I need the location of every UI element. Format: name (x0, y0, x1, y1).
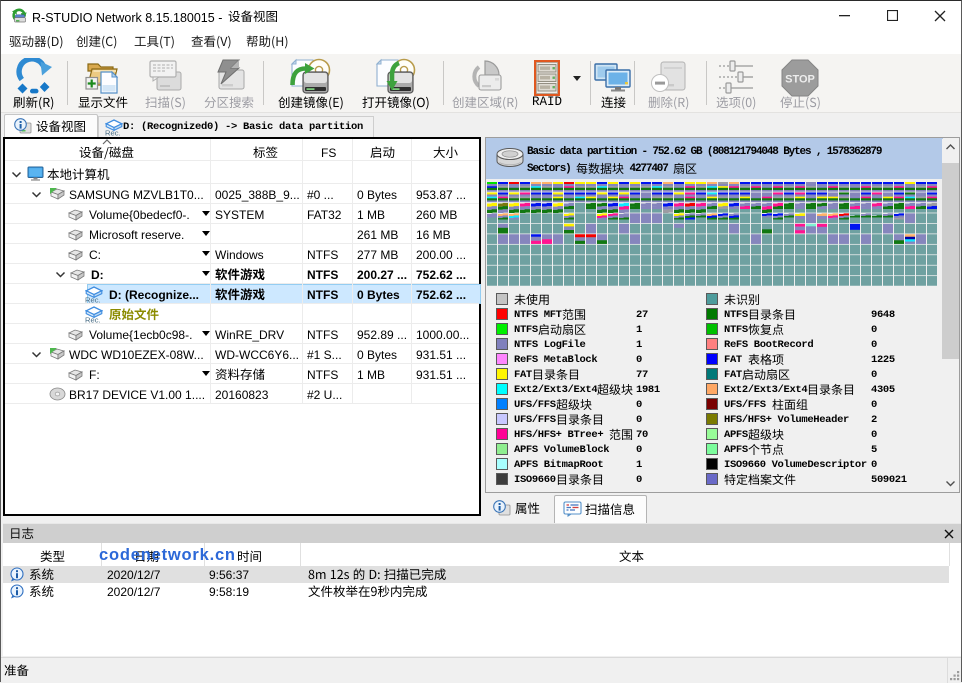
svg-text:Rec.: Rec. (105, 129, 121, 136)
svg-text:STOP: STOP (785, 74, 815, 86)
svg-text:Rec.: Rec. (85, 316, 101, 323)
svg-text:Rec.: Rec. (85, 296, 101, 303)
